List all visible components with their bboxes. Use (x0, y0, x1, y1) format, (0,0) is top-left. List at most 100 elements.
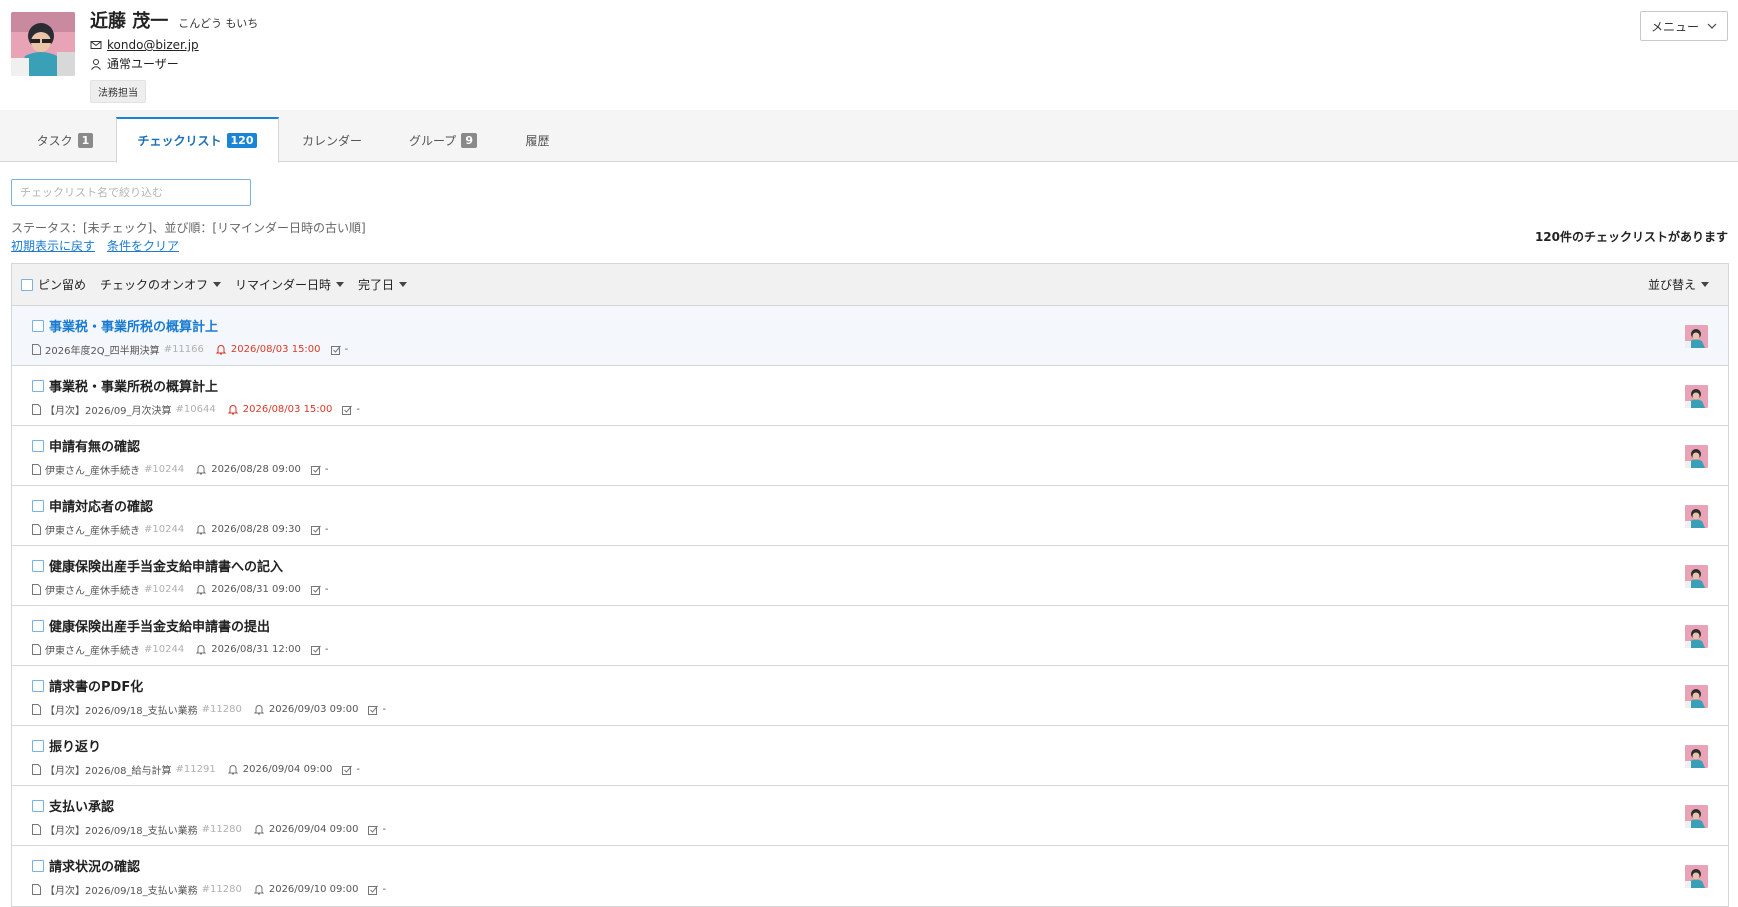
row-id: #10244 (144, 644, 185, 655)
checklist-row[interactable]: 請求状況の確認 【月次】2026/09/18_支払い業務 #11280 2026… (12, 846, 1728, 906)
check-toggle-dropdown[interactable]: チェックのオンオフ (100, 276, 222, 293)
user-avatar (11, 12, 75, 76)
checklist-row[interactable]: 申請対応者の確認 伊東さん_産休手続き #10244 2026/08/28 09… (12, 486, 1728, 546)
row-project[interactable]: 2026年度2Q_四半期決算 (45, 342, 160, 357)
document-icon (32, 644, 41, 655)
row-title[interactable]: 健康保険出産手当金支給申請書の提出 (49, 616, 270, 635)
row-title[interactable]: 申請対応者の確認 (49, 496, 153, 515)
check-square-icon (368, 885, 379, 895)
row-project[interactable]: 伊東さん_産休手続き (45, 462, 140, 477)
tab-groups[interactable]: グループ 9 (400, 117, 486, 163)
row-avatar[interactable] (1685, 445, 1708, 468)
pin-checkbox[interactable] (21, 278, 33, 291)
row-checkbox[interactable] (32, 680, 44, 692)
row-checkbox[interactable] (32, 440, 44, 452)
row-title[interactable]: 請求状況の確認 (49, 856, 140, 875)
completed-dropdown[interactable]: 完了日 (358, 276, 408, 293)
row-avatar[interactable] (1685, 865, 1708, 888)
row-checkbox[interactable] (32, 620, 44, 632)
document-icon (32, 464, 41, 475)
user-name: 近藤 茂一 (90, 11, 169, 32)
role-badge: 法務担当 (90, 80, 146, 103)
row-avatar[interactable] (1685, 565, 1708, 588)
pin-label: ピン留め (38, 278, 87, 292)
reminder-dropdown[interactable]: リマインダー日時 (235, 276, 345, 293)
row-title[interactable]: 事業税・事業所税の概算計上 (49, 376, 218, 395)
row-title[interactable]: 健康保険出産手当金支給申請書への記入 (49, 556, 283, 575)
row-avatar[interactable] (1685, 385, 1708, 408)
sort-dropdown[interactable]: 並び替え (1648, 276, 1709, 293)
caret-down-icon (336, 282, 345, 287)
row-title[interactable]: 支払い承認 (49, 796, 114, 815)
row-title[interactable]: 振り返り (49, 736, 101, 755)
tab-history[interactable]: 履歴 (515, 117, 560, 163)
menu-button[interactable]: メニュー (1640, 11, 1728, 41)
row-completed: - (324, 464, 329, 475)
pin-filter[interactable]: ピン留め (21, 276, 86, 293)
bell-icon (196, 464, 207, 475)
row-project[interactable]: 【月次】2026/09/18_支払い業務 (45, 822, 198, 837)
document-icon (32, 824, 41, 835)
row-project[interactable]: 伊東さん_産休手続き (45, 642, 140, 657)
row-reminder-date: 2026/09/10 09:00 (268, 884, 359, 895)
row-project[interactable]: 【月次】2026/09_月次決算 (45, 402, 172, 417)
row-reminder-date: 2026/08/31 09:00 (211, 584, 301, 595)
checklist-row[interactable]: 健康保険出産手当金支給申請書への記入 伊東さん_産休手続き #10244 202… (12, 546, 1728, 606)
row-id: #11280 (201, 704, 242, 715)
row-avatar[interactable] (1685, 505, 1708, 528)
row-avatar[interactable] (1685, 625, 1708, 648)
row-title[interactable]: 申請有無の確認 (49, 436, 140, 455)
row-avatar[interactable] (1685, 745, 1708, 768)
row-avatar[interactable] (1685, 325, 1708, 348)
row-avatar[interactable] (1685, 685, 1708, 708)
row-checkbox[interactable] (32, 860, 44, 872)
row-completed: - (382, 884, 387, 895)
tab-tasks[interactable]: タスク 1 (25, 117, 105, 163)
mail-icon (90, 39, 102, 51)
tab-label: カレンダー (301, 133, 362, 148)
check-square-icon (310, 525, 321, 535)
row-project[interactable]: 伊東さん_産休手続き (45, 582, 140, 597)
sort-label: 並び替え (1647, 278, 1696, 292)
row-project[interactable]: 【月次】2026/08_給与計算 (45, 762, 172, 777)
checklist-row[interactable]: 事業税・事業所税の概算計上 2026年度2Q_四半期決算 #11166 2026… (12, 306, 1728, 366)
email-link[interactable]: kondo@bizer.jp (107, 38, 199, 52)
row-project[interactable]: 伊東さん_産休手続き (45, 522, 140, 537)
row-avatar[interactable] (1685, 805, 1708, 828)
checklist-row[interactable]: 支払い承認 【月次】2026/09/18_支払い業務 #11280 2026/0… (12, 786, 1728, 846)
checklist-row[interactable]: 請求書のPDF化 【月次】2026/09/18_支払い業務 #11280 202… (12, 666, 1728, 726)
checklist-row[interactable]: 事業税・事業所税の概算計上 【月次】2026/09_月次決算 #10644 20… (12, 366, 1728, 426)
checklist-row[interactable]: 振り返り 【月次】2026/08_給与計算 #11291 2026/09/04 … (12, 726, 1728, 786)
checklist-row[interactable]: 健康保険出産手当金支給申請書の提出 伊東さん_産休手続き #10244 2026… (12, 606, 1728, 666)
bell-icon (253, 824, 264, 835)
tab-checklist[interactable]: チェックリスト 120 (116, 117, 279, 163)
row-checkbox[interactable] (32, 800, 44, 812)
row-project[interactable]: 【月次】2026/09/18_支払い業務 (45, 882, 198, 897)
row-checkbox[interactable] (32, 500, 44, 512)
row-checkbox[interactable] (32, 560, 44, 572)
document-icon (32, 704, 41, 715)
checklist-filter-input[interactable] (11, 179, 251, 206)
row-project[interactable]: 【月次】2026/09/18_支払い業務 (45, 702, 198, 717)
row-title[interactable]: 事業税・事業所税の概算計上 (49, 316, 218, 335)
profile-header: 近藤 茂一 こんどう もいち kondo@bizer.jp 通常ユーザー 法務担… (0, 0, 1738, 110)
clear-conditions-link[interactable]: 条件をクリア (107, 237, 179, 254)
completed-label: 完了日 (358, 278, 395, 292)
document-icon (32, 884, 41, 895)
row-id: #11291 (175, 764, 216, 775)
row-checkbox[interactable] (32, 740, 44, 752)
tab-label: タスク (36, 133, 73, 148)
tab-calendar[interactable]: カレンダー (292, 117, 372, 163)
row-checkbox[interactable] (32, 380, 44, 392)
document-icon (32, 524, 41, 535)
row-title[interactable]: 請求書のPDF化 (49, 676, 143, 695)
check-square-icon (368, 825, 379, 835)
row-checkbox[interactable] (32, 320, 44, 332)
row-completed: - (382, 824, 387, 835)
checklist-row[interactable]: 申請有無の確認 伊東さん_産休手続き #10244 2026/08/28 09:… (12, 426, 1728, 486)
bell-icon (227, 404, 238, 415)
bell-icon (215, 344, 226, 355)
bell-icon (253, 884, 264, 895)
row-id: #10244 (144, 524, 185, 535)
reset-view-link[interactable]: 初期表示に戻す (11, 237, 95, 254)
